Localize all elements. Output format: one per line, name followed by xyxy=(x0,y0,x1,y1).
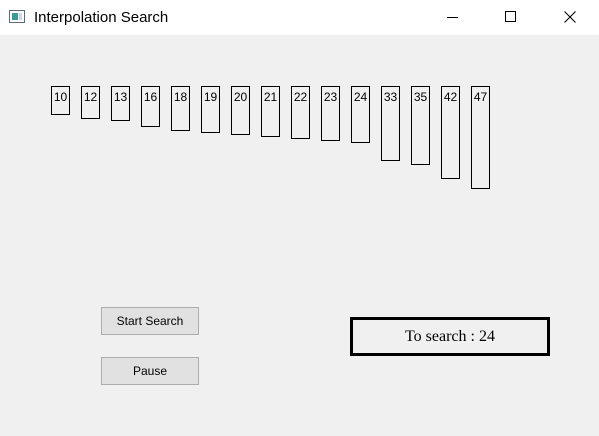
array-bar-label: 18 xyxy=(173,90,188,104)
array-bar: 22 xyxy=(291,86,310,139)
array-bar: 19 xyxy=(201,86,220,133)
close-button[interactable] xyxy=(547,0,593,35)
array-bar-label: 16 xyxy=(143,90,158,104)
array-bar: 16 xyxy=(141,86,160,127)
array-bar-label: 12 xyxy=(83,90,98,104)
array-bar: 18 xyxy=(171,86,190,131)
array-bar: 20 xyxy=(231,86,250,135)
array-bar: 10 xyxy=(51,86,70,115)
array-bar: 12 xyxy=(81,86,100,119)
array-bar: 21 xyxy=(261,86,280,137)
array-bar: 13 xyxy=(111,86,130,121)
title-bar: Interpolation Search xyxy=(0,0,599,35)
array-bar-label: 35 xyxy=(413,90,428,104)
array-bar: 23 xyxy=(321,86,340,141)
pause-button[interactable]: Pause xyxy=(101,357,199,385)
search-target-display: To search : 24 xyxy=(350,317,550,356)
array-bar-label: 24 xyxy=(353,90,368,104)
minimize-icon xyxy=(447,17,458,18)
array-bar-label: 20 xyxy=(233,90,248,104)
array-bar: 35 xyxy=(411,86,430,165)
array-bar-label: 22 xyxy=(293,90,308,104)
maximize-icon xyxy=(505,11,516,22)
array-bar-label: 23 xyxy=(323,90,338,104)
array-bar: 42 xyxy=(441,86,460,179)
minimize-button[interactable] xyxy=(430,0,476,35)
close-icon xyxy=(564,11,576,23)
array-bar-label: 47 xyxy=(473,90,488,104)
start-search-button[interactable]: Start Search xyxy=(101,307,199,335)
array-bar-label: 42 xyxy=(443,90,458,104)
array-bar-label: 10 xyxy=(53,90,68,104)
array-bar: 47 xyxy=(471,86,490,189)
maximize-button[interactable] xyxy=(488,0,534,35)
array-bar-label: 19 xyxy=(203,90,218,104)
array-bar-label: 33 xyxy=(383,90,398,104)
app-window-icon xyxy=(9,10,25,23)
array-bar-label: 21 xyxy=(263,90,278,104)
array-bar: 24 xyxy=(351,86,370,143)
array-bar: 33 xyxy=(381,86,400,161)
window-title: Interpolation Search xyxy=(34,9,169,26)
array-bar-label: 13 xyxy=(113,90,128,104)
